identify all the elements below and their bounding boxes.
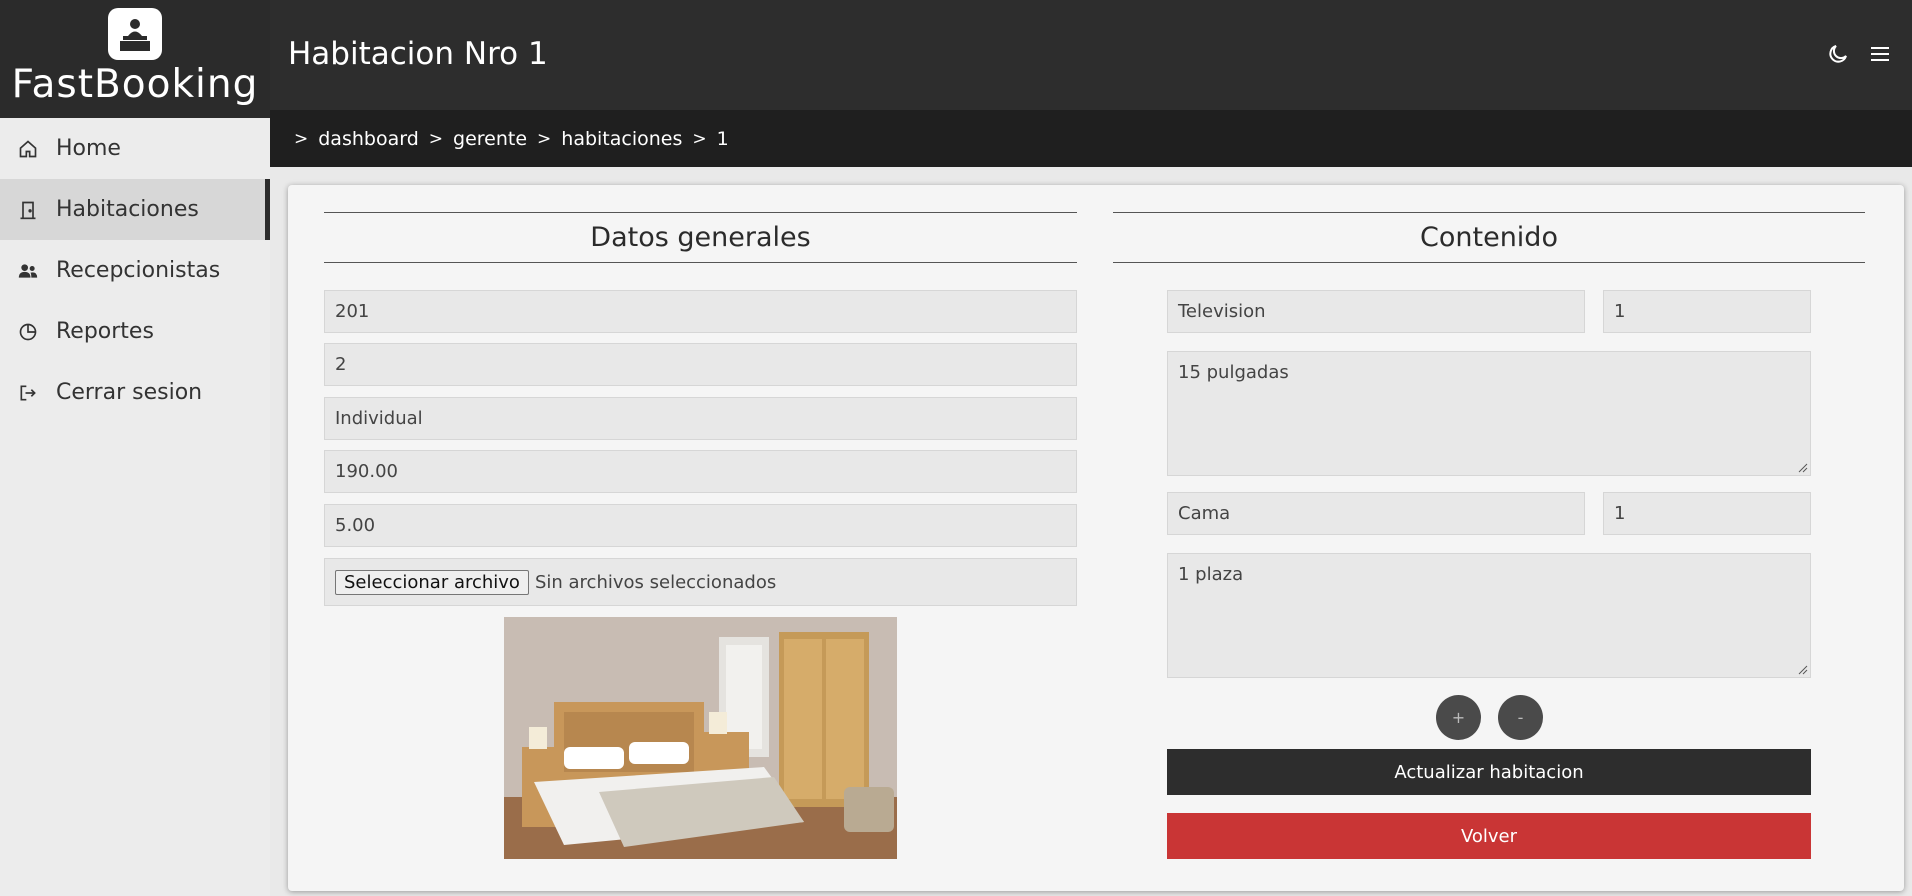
resize-grip-icon[interactable]	[1798, 665, 1808, 675]
sidebar-item-recepcionistas[interactable]: Recepcionistas	[0, 240, 270, 301]
breadcrumb-item[interactable]: > dashboard	[294, 128, 419, 150]
sidebar-item-label: Recepcionistas	[56, 258, 221, 283]
chevron-right-icon: >	[537, 128, 552, 149]
file-upload-field[interactable]: Seleccionar archivo Sin archivos selecci…	[324, 558, 1077, 606]
item-description-text: 1 plaza	[1178, 564, 1244, 585]
sidebar-nav: Home Habitaciones Recepcionistas Reporte…	[0, 118, 270, 423]
chevron-right-icon: >	[294, 128, 309, 149]
sidebar: FastBooking Home Habitaciones Recepcioni…	[0, 0, 270, 896]
back-button[interactable]: Volver	[1167, 813, 1811, 859]
logout-icon	[16, 381, 40, 405]
breadcrumb-label: habitaciones	[561, 127, 683, 150]
brand: FastBooking	[0, 0, 270, 118]
item-name-field[interactable]: Television	[1167, 290, 1585, 333]
menu-icon[interactable]	[1866, 40, 1894, 68]
item-description-textarea[interactable]: 15 pulgadas	[1167, 351, 1811, 476]
room-number-field[interactable]: 201	[324, 290, 1077, 333]
resize-grip-icon[interactable]	[1798, 463, 1808, 473]
room-type-field[interactable]: Individual	[324, 397, 1077, 440]
file-status-text: Sin archivos seleccionados	[534, 571, 777, 593]
sidebar-item-label: Home	[56, 136, 121, 161]
sidebar-item-reportes[interactable]: Reportes	[0, 301, 270, 362]
room-photo	[504, 617, 897, 859]
select-file-button[interactable]: Seleccionar archivo	[335, 569, 529, 595]
tax-field[interactable]: 5.00	[324, 504, 1077, 547]
floor-field[interactable]: 2	[324, 343, 1077, 386]
remove-item-button[interactable]: -	[1498, 695, 1543, 740]
chevron-right-icon: >	[428, 128, 444, 149]
item-name-field[interactable]: Cama	[1167, 492, 1585, 535]
breadcrumb-label: gerente	[453, 127, 528, 150]
home-icon	[16, 137, 40, 161]
page-title: Habitacion Nro 1	[288, 36, 548, 72]
breadcrumb-label: dashboard	[318, 127, 419, 150]
item-description-textarea[interactable]: 1 plaza	[1167, 553, 1811, 678]
hotel-reception-icon	[108, 8, 162, 60]
breadcrumb: > dashboard > gerente > habitaciones > 1	[270, 110, 1912, 167]
chevron-right-icon: >	[692, 128, 707, 149]
breadcrumb-item[interactable]: > habitaciones	[527, 128, 682, 150]
section-title-general: Datos generales	[324, 212, 1077, 263]
sidebar-item-home[interactable]: Home	[0, 118, 270, 179]
topbar: Habitacion Nro 1	[270, 0, 1912, 110]
price-field[interactable]: 190.00	[324, 450, 1077, 493]
brand-name: FastBooking	[11, 62, 259, 107]
users-icon	[16, 259, 40, 283]
room-form-card: Datos generales 201 2 Individual 190.00 …	[288, 185, 1904, 891]
sidebar-item-label: Cerrar sesion	[56, 380, 203, 405]
pie-chart-icon	[16, 320, 40, 344]
breadcrumb-label: 1	[716, 127, 729, 150]
item-qty-field[interactable]: 1	[1603, 290, 1811, 333]
item-description-text: 15 pulgadas	[1178, 362, 1289, 383]
sidebar-item-label: Reportes	[56, 319, 154, 344]
section-title-content: Contenido	[1113, 212, 1865, 263]
moon-icon[interactable]	[1824, 40, 1852, 68]
item-qty-field[interactable]: 1	[1603, 492, 1811, 535]
breadcrumb-item: > 1	[682, 128, 728, 150]
sidebar-item-cerrar-sesion[interactable]: Cerrar sesion	[0, 362, 270, 423]
sidebar-item-label: Habitaciones	[56, 197, 199, 222]
add-item-button[interactable]: +	[1436, 695, 1481, 740]
sidebar-item-habitaciones[interactable]: Habitaciones	[0, 179, 270, 240]
door-icon	[16, 198, 40, 222]
topbar-actions	[1824, 40, 1894, 68]
update-room-button[interactable]: Actualizar habitacion	[1167, 749, 1811, 795]
breadcrumb-item[interactable]: > gerente	[419, 128, 527, 150]
